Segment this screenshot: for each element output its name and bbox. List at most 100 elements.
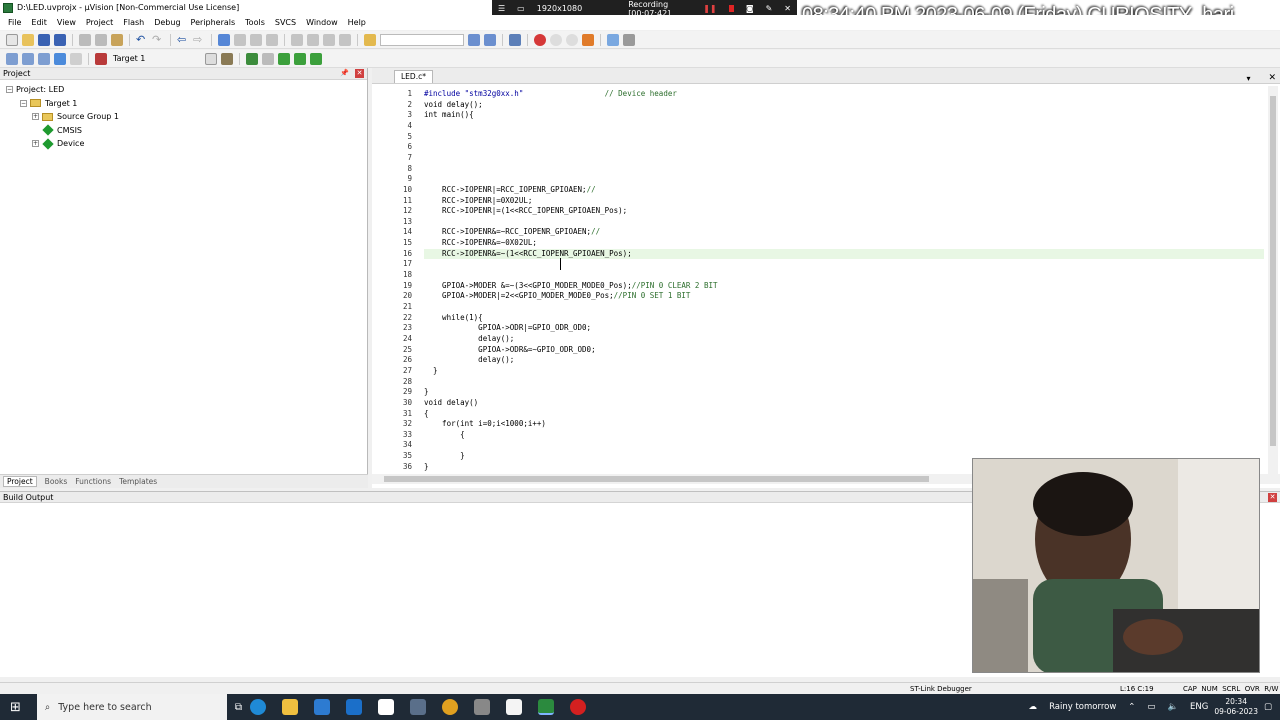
pen-icon[interactable]: ✎ xyxy=(766,4,773,13)
code-line[interactable]: } xyxy=(424,366,1264,377)
stop-icon[interactable] xyxy=(728,5,734,12)
tree-item-device[interactable]: + Device xyxy=(0,137,367,151)
tree-item-target[interactable]: − Target 1 xyxy=(0,97,367,111)
code-line[interactable]: GPIOA->MODER|=2<<GPIO_MODER_MODE0_Pos;//… xyxy=(424,291,1264,302)
find-in-files-icon[interactable] xyxy=(364,33,376,46)
chevron-up-icon[interactable]: ⌃ xyxy=(1128,702,1135,712)
windows-start-icon[interactable]: ⊞ xyxy=(10,700,21,715)
camera-app-icon[interactable] xyxy=(378,699,395,715)
breakpoint-disable-icon[interactable] xyxy=(550,33,562,46)
code-line[interactable] xyxy=(424,164,1264,175)
code-line[interactable]: int main(){ xyxy=(424,110,1264,121)
indent-icon[interactable] xyxy=(291,33,303,46)
menu-tools[interactable]: Tools xyxy=(245,18,265,27)
menu-window[interactable]: Window xyxy=(306,18,338,27)
code-line[interactable] xyxy=(424,377,1264,388)
language-indicator[interactable]: ENG xyxy=(1190,702,1208,712)
paste-icon[interactable] xyxy=(111,33,123,46)
menu-flash[interactable]: Flash xyxy=(123,18,144,27)
code-line[interactable]: { xyxy=(424,430,1264,441)
chrome-icon[interactable] xyxy=(442,699,459,715)
snipping-icon[interactable] xyxy=(410,699,427,715)
settings-icon[interactable] xyxy=(623,33,635,46)
code-line[interactable] xyxy=(424,259,1264,270)
task-view-icon[interactable]: ⧉ xyxy=(235,702,242,713)
save-icon[interactable] xyxy=(38,33,50,46)
tree-item-source-group[interactable]: + Source Group 1 xyxy=(0,110,367,124)
pause-icon[interactable]: ❚❚ xyxy=(703,4,716,13)
camera-icon[interactable]: ◙ xyxy=(746,4,754,13)
debug-start-icon[interactable] xyxy=(509,33,521,46)
keil-icon[interactable] xyxy=(538,699,555,715)
manage-components-icon[interactable] xyxy=(246,52,258,65)
collapse-icon[interactable]: − xyxy=(6,86,13,94)
pack-installer-icon[interactable] xyxy=(294,52,306,65)
code-line[interactable] xyxy=(424,217,1264,228)
code-line[interactable] xyxy=(424,121,1264,132)
comment-icon[interactable] xyxy=(323,33,335,46)
menu-edit[interactable]: Edit xyxy=(31,18,47,27)
code-line[interactable] xyxy=(424,132,1264,143)
notepad-icon[interactable] xyxy=(506,699,523,715)
mail-icon[interactable] xyxy=(346,699,363,715)
code-line[interactable]: } xyxy=(424,387,1264,398)
menu-debug[interactable]: Debug xyxy=(154,18,180,27)
close-icon[interactable]: ✕ xyxy=(1268,73,1276,83)
menu-peripherals[interactable]: Peripherals xyxy=(191,18,236,27)
code-line[interactable]: for(int i=0;i<1000;i++) xyxy=(424,419,1264,430)
store-icon[interactable] xyxy=(314,699,331,715)
code-line[interactable]: while(1){ xyxy=(424,313,1264,324)
weather-text[interactable]: Rainy tomorrow xyxy=(1049,702,1116,712)
incremental-find-icon[interactable] xyxy=(468,33,480,46)
build-icon[interactable] xyxy=(22,52,34,65)
bookmark-prev-icon[interactable] xyxy=(234,33,246,46)
copy-icon[interactable] xyxy=(95,33,107,46)
code-line[interactable]: GPIOA->MODER &=~(3<<GPIO_MODER_MODE0_Pos… xyxy=(424,281,1264,292)
configure-icon[interactable] xyxy=(582,33,594,46)
code-line[interactable]: delay(); xyxy=(424,334,1264,345)
cut-icon[interactable] xyxy=(79,33,91,46)
tree-item-project[interactable]: − Project: LED xyxy=(0,83,367,97)
code-line[interactable] xyxy=(424,440,1264,451)
tab-menu-icon[interactable]: ▾ xyxy=(1246,74,1250,83)
rebuild-icon[interactable] xyxy=(38,52,50,65)
load-icon[interactable] xyxy=(95,52,107,65)
new-file-icon[interactable] xyxy=(6,33,18,46)
notification-icon[interactable]: ▢ xyxy=(1264,702,1272,712)
translate-icon[interactable] xyxy=(6,52,18,65)
tab-functions[interactable]: Functions xyxy=(75,477,111,486)
taskbar-search[interactable]: ⌕ Type here to search xyxy=(36,694,227,720)
pin-icon[interactable]: 📌 xyxy=(340,69,349,78)
nav-back-icon[interactable]: ⇦ xyxy=(177,33,189,46)
bookmark-clear-icon[interactable] xyxy=(266,33,278,46)
file-explorer-icon[interactable] xyxy=(282,699,299,715)
edge-icon[interactable] xyxy=(250,699,267,715)
download-icon[interactable] xyxy=(54,52,66,65)
stop-build-icon[interactable] xyxy=(70,52,82,65)
code-line[interactable] xyxy=(424,142,1264,153)
collapse-icon[interactable]: − xyxy=(20,99,27,107)
breakpoint-clear-icon[interactable] xyxy=(566,33,578,46)
network-icon[interactable]: ▭ xyxy=(1147,702,1155,712)
find-icon[interactable] xyxy=(484,33,496,46)
find-combo[interactable] xyxy=(380,33,464,46)
code-line[interactable] xyxy=(424,174,1264,185)
code-line[interactable]: RCC->IOPENR&=~RCC_IOPENR_GPIOAEN;// xyxy=(424,227,1264,238)
code-area[interactable]: #include "stm32g0xx.h" // Device header v… xyxy=(424,86,1264,476)
menu-view[interactable]: View xyxy=(57,18,76,27)
close-icon[interactable]: ✕ xyxy=(784,4,791,13)
code-line[interactable]: #include "stm32g0xx.h" // Device header xyxy=(424,89,1264,100)
menu-icon[interactable]: ☰ xyxy=(498,4,505,13)
chevron-down-icon[interactable] xyxy=(205,52,217,65)
code-line[interactable]: delay(); xyxy=(424,355,1264,366)
code-line[interactable]: RCC->IOPENR&=~0X02UL; xyxy=(424,238,1264,249)
save-all-icon[interactable] xyxy=(54,33,66,46)
tab-project[interactable]: Project xyxy=(3,476,37,487)
redo-icon[interactable]: ↷ xyxy=(152,33,164,46)
code-line[interactable]: GPIOA->ODR|=GPIO_ODR_OD0; xyxy=(424,323,1264,334)
menu-project[interactable]: Project xyxy=(86,18,113,27)
code-line[interactable]: { xyxy=(424,409,1264,420)
undo-icon[interactable]: ↶ xyxy=(136,33,148,46)
code-line[interactable]: RCC->IOPENR|=(1<<RCC_IOPENR_GPIOAEN_Pos)… xyxy=(424,206,1264,217)
tab-books[interactable]: Books xyxy=(45,477,68,486)
